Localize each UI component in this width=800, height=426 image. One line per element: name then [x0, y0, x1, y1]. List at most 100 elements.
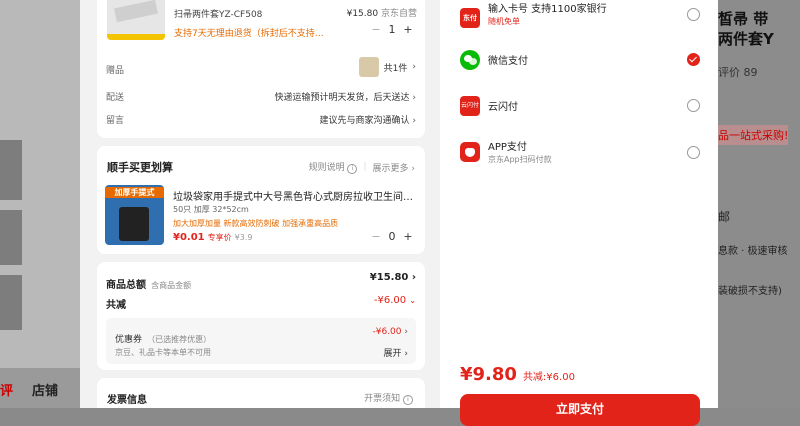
decrease-button[interactable]: −	[371, 230, 381, 243]
addon-original-price: ¥3.9	[234, 233, 253, 242]
return-policy[interactable]: 支持7天无理由退货（拆封后不支持…	[174, 26, 324, 39]
payment-method-wechat[interactable]: 微信支付	[460, 50, 700, 70]
total-sub: 含商品金额	[151, 281, 192, 290]
bg-return-note: 装破损不支持)	[718, 286, 782, 297]
bg-mail: 邮	[718, 210, 731, 224]
background-left-gallery: 评 店铺	[0, 0, 80, 408]
background-tabs: 评 店铺	[0, 368, 80, 408]
background-right-info: 皙帚 带 两件套Y 评价 89 品一站式采购! 邮 息款 · 极速审核 装破损不…	[718, 0, 800, 408]
addon-price-group: ¥0.01 专享价 ¥3.9	[173, 232, 252, 243]
gift-row[interactable]: 共1件 ›	[358, 57, 416, 77]
invoice-note-link[interactable]: 开票须知 i	[364, 391, 413, 405]
total-label: 商品总额	[106, 280, 146, 291]
total-row-label: 商品总额 含商品金额	[106, 273, 191, 292]
gift-value: 共1件	[383, 63, 408, 74]
show-more-label: 展示更多	[372, 163, 409, 174]
wechat-pay-radio[interactable]	[687, 53, 700, 66]
info-icon: i	[403, 395, 413, 405]
chevron-right-icon: ›	[404, 349, 408, 359]
card-pay-title: 输入卡号 支持1100家银行	[488, 4, 607, 15]
bg-review-count: 评价 89	[718, 66, 758, 79]
background-tab-store: 店铺	[32, 384, 59, 399]
payment-method-app[interactable]: APP支付 京东App扫码付款	[460, 138, 700, 166]
message-value: 建议先与商家沟通确认	[319, 116, 410, 126]
addon-price: ¥0.01	[173, 232, 205, 243]
addon-name[interactable]: 垃圾袋家用手提式中大号黑色背心式厨房拉收卫生间…	[173, 188, 413, 203]
app-pay-radio[interactable]	[687, 146, 700, 159]
increase-button[interactable]: +	[403, 23, 413, 36]
chevron-right-icon: ›	[411, 163, 415, 174]
coupon-value: -¥6.00	[372, 327, 402, 337]
divider: |	[363, 162, 367, 172]
jd-app-icon	[460, 142, 480, 162]
addon-tags: 加大加厚加量 新款高效防刺破 加强承重高品质	[173, 219, 339, 228]
delivery-label: 配送	[106, 93, 125, 103]
unionpay-icon: 云闪付	[460, 96, 480, 116]
gift-label: 赠品	[106, 66, 125, 76]
order-panel: 扫帚两件套YZ-CF508 ¥15.80 京东自营 支持7天无理由退货（拆封后不…	[80, 0, 440, 408]
message-row[interactable]: 建议先与商家沟通确认 ›	[320, 113, 417, 126]
card-note: 京豆、礼品卡等本单不可用	[115, 348, 211, 357]
addon-quantity-value[interactable]: 0	[381, 230, 403, 243]
wechat-pay-title: 微信支付	[488, 56, 528, 67]
addon-spec: 50只 加厚 32*52cm	[173, 205, 249, 214]
background-tab-review: 评	[0, 384, 14, 399]
product-thumbnail[interactable]	[107, 0, 165, 40]
decrease-button[interactable]: −	[371, 23, 381, 36]
unionpay-title: 云闪付	[488, 102, 518, 113]
chevron-right-icon: ›	[412, 116, 416, 126]
unionpay-icon-label: 云闪付	[460, 102, 479, 109]
addon-title: 顺手买更划算	[107, 161, 173, 174]
invoice-card: 发票信息 开票须知 i	[97, 378, 425, 408]
card-pay-sub: 随机免单	[488, 17, 520, 26]
addon-price-label: 专享价	[207, 233, 232, 242]
discount-value: -¥6.00	[373, 295, 407, 306]
product-seller: 京东自营	[380, 9, 417, 19]
payment-total-group: ¥9.80 共减:¥6.00	[460, 364, 575, 385]
addon-thumbnail[interactable]: 加厚手提式	[105, 185, 164, 245]
quantity-stepper: − 1 +	[371, 23, 413, 36]
coupon-row[interactable]: -¥6.00 ›	[373, 327, 409, 337]
chevron-down-icon: ⌄	[409, 296, 416, 305]
total-value: ¥15.80	[369, 272, 409, 283]
expand-label: 展开	[383, 349, 402, 359]
submit-pay-button[interactable]: 立即支付	[460, 394, 700, 426]
app-pay-sub: 京东App扫码付款	[488, 155, 552, 164]
delivery-row[interactable]: 快递运输预计明天发货，后天送达 ›	[275, 90, 417, 103]
jd-pay-icon: 东付	[460, 8, 480, 28]
payment-method-unionpay[interactable]: 云闪付 云闪付	[460, 96, 700, 116]
rules-label: 规则说明	[308, 163, 345, 173]
product-card: 扫帚两件套YZ-CF508 ¥15.80 京东自营 支持7天无理由退货（拆封后不…	[97, 0, 425, 138]
chevron-right-icon: ›	[404, 327, 408, 337]
app-pay-title: APP支付	[488, 142, 527, 153]
unionpay-radio[interactable]	[687, 99, 700, 112]
discount-label: 共减	[106, 300, 126, 311]
chevron-right-icon: ›	[412, 93, 416, 103]
coupon-label-group: 优惠券 （已选推荐优惠）	[115, 327, 211, 346]
show-more-link[interactable]: 展示更多 ›	[373, 161, 416, 174]
discount-row[interactable]: -¥6.00 ⌄	[374, 295, 416, 306]
product-price: ¥15.80	[346, 9, 379, 19]
wechat-icon	[460, 50, 480, 70]
rules-link[interactable]: 规则说明 i	[309, 160, 358, 174]
card-pay-radio[interactable]	[687, 8, 700, 21]
info-icon: i	[347, 164, 358, 174]
expand-button[interactable]: 展开 ›	[384, 346, 409, 359]
increase-button[interactable]: +	[403, 230, 413, 243]
coupon-label: 优惠券	[115, 335, 143, 345]
payment-method-card[interactable]: 东付 输入卡号 支持1100家银行 随机免单	[460, 2, 700, 28]
addon-quantity-stepper: − 0 +	[371, 230, 413, 243]
bg-title-1: 皙帚 带	[718, 10, 769, 28]
bg-title-2: 两件套Y	[718, 30, 774, 48]
coupon-box: 优惠券 （已选推荐优惠） -¥6.00 › 京豆、礼品卡等本单不可用 展开 ›	[106, 318, 416, 364]
addon-card: 顺手买更划算 规则说明 i | 展示更多 › 加厚手提式 垃圾袋家用手提式中大号…	[97, 146, 425, 254]
gift-thumbnail	[358, 57, 379, 77]
total-row[interactable]: ¥15.80 ›	[370, 272, 416, 283]
delivery-value: 快递运输预计明天发货，后天送达	[274, 93, 410, 103]
quantity-value[interactable]: 1	[381, 23, 403, 36]
jd-pay-icon-label: 东付	[463, 14, 477, 22]
summary-card: 商品总额 含商品金额 ¥15.80 › 共减 -¥6.00 ⌄ 优惠券 （已选推…	[97, 262, 425, 370]
bg-refund: 息款 · 极速审核	[718, 246, 788, 257]
product-name[interactable]: 扫帚两件套YZ-CF508	[174, 7, 262, 20]
addon-thumb-label: 加厚手提式	[105, 187, 164, 198]
